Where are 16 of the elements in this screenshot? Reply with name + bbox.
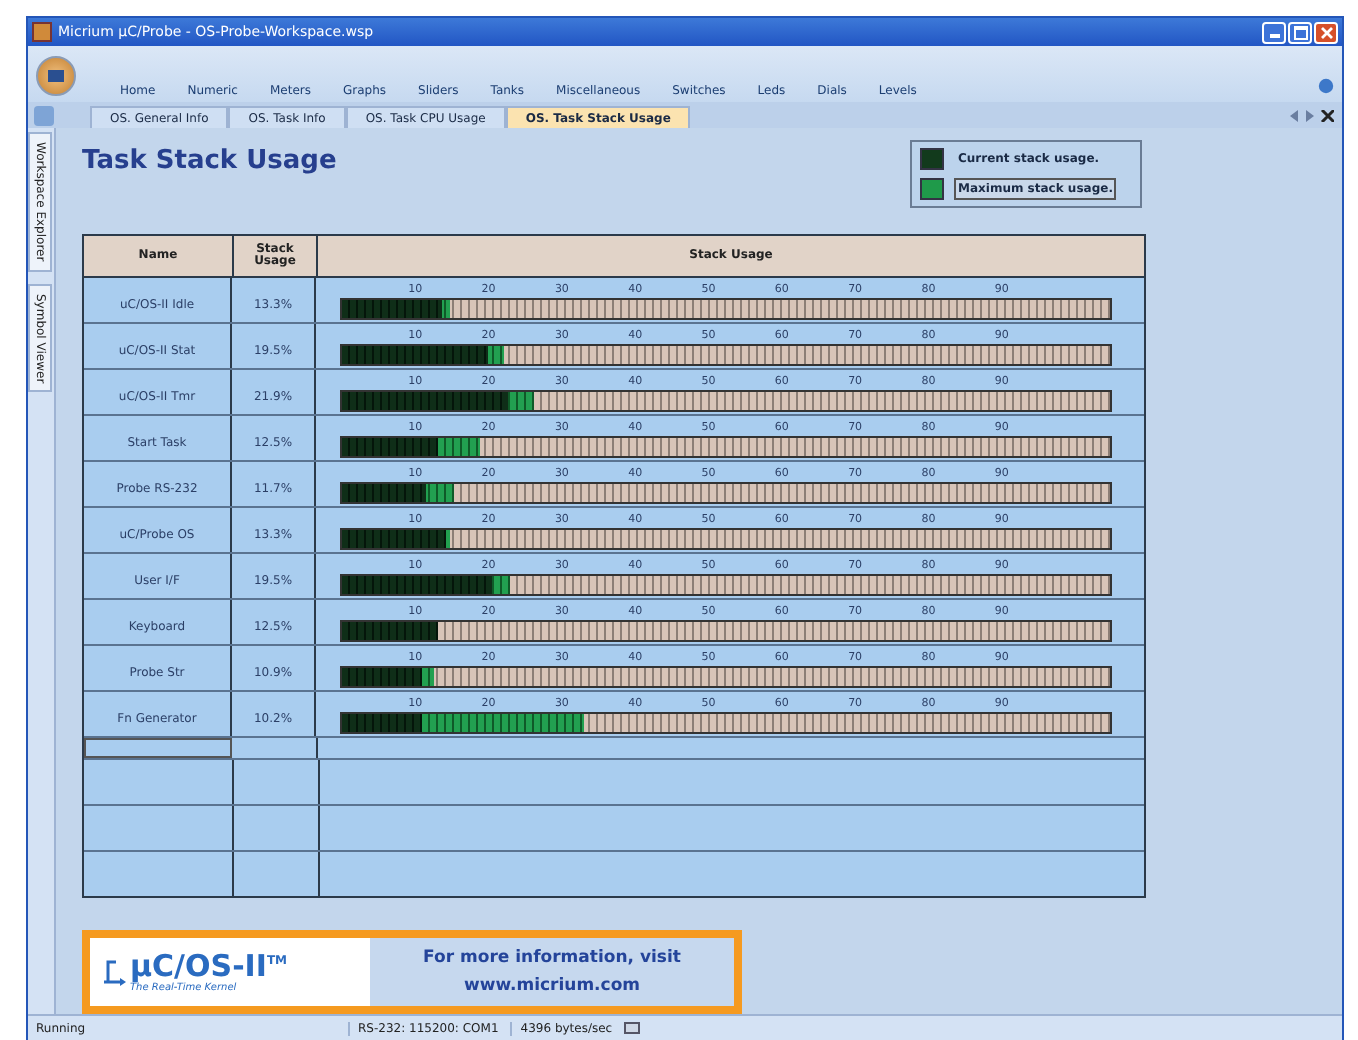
page-title: Task Stack Usage xyxy=(82,146,337,180)
tab-navigation-icon[interactable] xyxy=(1290,110,1334,122)
minimize-button[interactable] xyxy=(1262,21,1286,43)
connection-icon xyxy=(624,1022,641,1034)
website-link[interactable]: www.micrium.com xyxy=(463,976,641,997)
arrow-icon xyxy=(102,958,126,987)
help-icon[interactable] xyxy=(1318,78,1334,94)
maximize-button[interactable] xyxy=(1288,21,1312,43)
banner-text: For more information, visit xyxy=(423,948,681,969)
close-button[interactable] xyxy=(1314,21,1338,43)
panel-icon xyxy=(34,106,54,126)
selected-cell[interactable] xyxy=(84,738,232,759)
app-icon xyxy=(32,22,52,42)
close-icon xyxy=(1319,25,1333,39)
application-menu-button[interactable] xyxy=(36,56,76,96)
logo-text: µC/OS-II$^{TM}$ xyxy=(130,951,288,982)
